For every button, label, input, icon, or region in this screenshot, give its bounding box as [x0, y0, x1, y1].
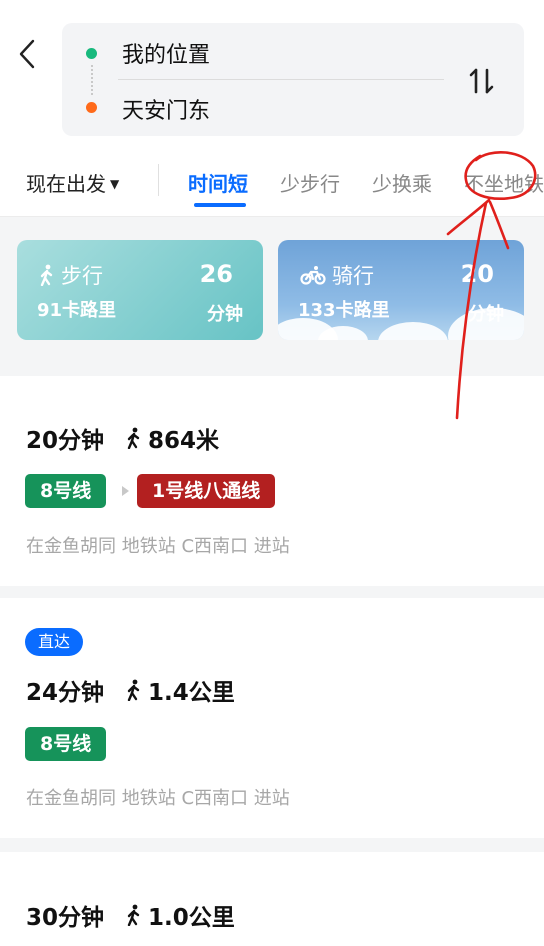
route-option-1[interactable]: 20分钟 864米 8号线 1号线八通线 在金鱼胡同 地铁站 C西南口 进站 [0, 376, 544, 586]
route-duration: 24分钟 [26, 680, 105, 706]
route-walk-distance: 1.0公里 [148, 905, 235, 931]
departure-time-dropdown[interactable]: 现在出发 ▼ [26, 168, 119, 197]
walk-mode-card[interactable]: 步行 91卡路里 26 分钟 [17, 240, 263, 340]
bike-mode-label: 骑行 [332, 264, 374, 288]
divider [158, 164, 159, 196]
bike-mode-card[interactable]: 骑行 133卡路里 20 分钟 [278, 240, 524, 340]
tab-less-walking[interactable]: 少步行 [280, 168, 340, 197]
origin-dot-icon [86, 48, 97, 59]
bicycle-icon [300, 266, 326, 285]
direct-badge: 直达 [25, 628, 84, 656]
pedestrian-icon [127, 427, 140, 449]
destination-field[interactable]: 天安门东 [122, 93, 210, 125]
bike-minutes: 20 [460, 260, 494, 288]
active-tab-indicator [194, 203, 246, 207]
divider [118, 79, 444, 80]
walk-calories: 91卡路里 [37, 300, 117, 321]
tab-fewer-transfers[interactable]: 少换乘 [372, 168, 432, 197]
chevron-left-icon[interactable] [14, 36, 44, 72]
route-connector [91, 65, 93, 95]
pedestrian-icon [40, 264, 53, 286]
walk-minutes: 26 [199, 260, 233, 288]
cloud-decoration [378, 322, 448, 340]
origin-field[interactable]: 我的位置 [122, 37, 210, 69]
top-panel: 我的位置 天安门东 现在出发 ▼ 时间短 少步行 少换乘 不坐地铁 [0, 0, 544, 217]
swap-vertical-icon[interactable] [468, 66, 496, 96]
walk-mode-label: 步行 [61, 264, 103, 288]
bike-minutes-unit: 分钟 [468, 304, 504, 325]
departure-label: 现在出发 [26, 172, 106, 196]
tab-no-subway[interactable]: 不坐地铁 [464, 168, 544, 197]
subway-line-badge: 1号线八通线 [137, 474, 276, 508]
subway-line-badge: 8号线 [25, 474, 107, 508]
route-walk-distance: 1.4公里 [148, 680, 235, 706]
route-entry-info: 在金鱼胡同 地铁站 C西南口 进站 [26, 536, 290, 557]
caret-down-icon: ▼ [110, 177, 120, 191]
pedestrian-icon [127, 679, 140, 701]
tab-shortest-time[interactable]: 时间短 [188, 168, 248, 197]
route-option-3[interactable]: 30分钟 1.0公里 [0, 852, 544, 946]
route-option-2[interactable]: 直达 24分钟 1.4公里 8号线 在金鱼胡同 地铁站 C西南口 进站 [0, 598, 544, 838]
route-walk-distance: 864米 [148, 428, 220, 454]
walk-minutes-unit: 分钟 [207, 304, 243, 325]
subway-line-badge: 8号线 [25, 727, 107, 761]
destination-dot-icon [86, 102, 97, 113]
route-duration: 20分钟 [26, 428, 105, 454]
route-endpoints-box: 我的位置 天安门东 [62, 23, 524, 136]
bike-calories: 133卡路里 [298, 300, 390, 321]
divider [0, 216, 544, 217]
transfer-arrow-icon [122, 486, 129, 496]
route-duration: 30分钟 [26, 905, 105, 931]
pedestrian-icon [127, 904, 140, 926]
route-entry-info: 在金鱼胡同 地铁站 C西南口 进站 [26, 788, 290, 809]
